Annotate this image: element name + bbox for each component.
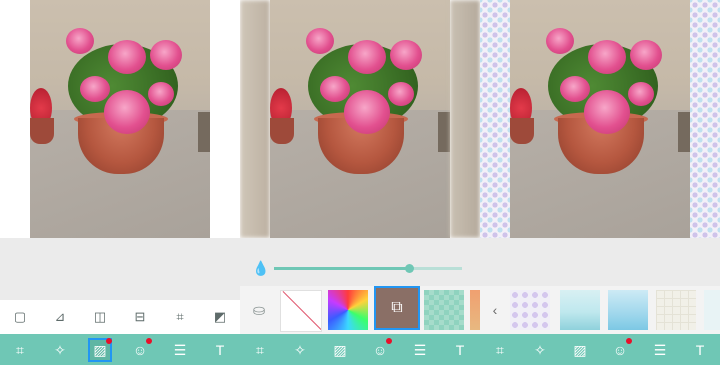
text-icon[interactable]: T (210, 340, 230, 360)
photo-background-swatch[interactable]: ⧉ (374, 286, 420, 330)
crop-panel: ▢ ⊿ ◫ ⊟ ⌗ ◩ ⌗ ✧ ▨ ☺ ☰ T (0, 0, 240, 365)
flower-photo (510, 0, 690, 238)
magic-wand-icon[interactable]: ✧ (530, 340, 550, 360)
canvas-margin (0, 238, 240, 300)
background-icon[interactable]: ▨ (570, 340, 590, 360)
crop-icon[interactable]: ⌗ (250, 340, 270, 360)
notification-dot (106, 337, 112, 344)
blurred-edge (450, 0, 480, 238)
adjust-icon[interactable]: ☰ (410, 340, 430, 360)
background-options: ⛀ ⧉ (240, 286, 480, 334)
magic-wand-icon[interactable]: ✧ (290, 340, 310, 360)
sticker-icon[interactable]: ☺ (370, 337, 392, 360)
grid-pattern-swatch[interactable] (656, 290, 696, 330)
chevron-left-icon[interactable]: ‹ (486, 290, 504, 330)
text-icon[interactable]: T (690, 340, 710, 360)
blur-background-panel: 💧 ⛀ ⧉ ⌗ ✧ ▨ ☺ ☰ T (240, 0, 480, 365)
pixel-pattern-swatch[interactable] (424, 290, 464, 330)
opacity-slider-thumb[interactable] (405, 264, 415, 273)
flower-photo (270, 0, 450, 238)
aspect-icon[interactable]: ◩ (213, 310, 227, 324)
notification-dot (626, 337, 632, 344)
ratio-icon[interactable]: ⊿ (53, 310, 67, 324)
pattern-options: ‹ (480, 286, 720, 334)
opacity-drop-icon: 💧 (252, 260, 270, 276)
cloud-pattern-swatch[interactable] (560, 290, 600, 330)
adjust-icon[interactable]: ☰ (650, 340, 670, 360)
opacity-slider[interactable] (274, 264, 462, 273)
gradient-swatch[interactable] (470, 290, 480, 330)
bottom-toolbar: ⌗ ✧ ▨ ☺ ☰ T (480, 334, 720, 365)
crop-icon[interactable]: ⌗ (173, 310, 187, 324)
pattern-swatch[interactable] (704, 290, 720, 330)
background-icon[interactable]: ▨ (330, 340, 350, 360)
crop-icon[interactable]: ⌗ (10, 340, 30, 360)
notification-dot (146, 337, 152, 344)
magic-wand-icon[interactable]: ✧ (50, 340, 70, 360)
opacity-slider-fill (274, 267, 410, 270)
bottom-toolbar: ⌗ ✧ ▨ ☺ ☰ T (0, 334, 240, 365)
sky-pattern-swatch[interactable] (608, 290, 648, 330)
bottom-toolbar: ⌗ ✧ ▨ ☺ ☰ T (240, 334, 480, 365)
text-icon[interactable]: T (450, 340, 470, 360)
crop-icon[interactable]: ⌗ (490, 340, 510, 360)
adjust-icon[interactable]: ☰ (170, 340, 190, 360)
no-background-swatch[interactable] (280, 290, 322, 332)
flip-vertical-icon[interactable]: ⊟ (133, 310, 147, 324)
pattern-background-panel: ‹ ⌗ ✧ ▨ ☺ ☰ T (480, 0, 720, 365)
square-icon[interactable]: ▢ (13, 310, 27, 324)
opacity-slider-row: 💧 (240, 250, 480, 286)
pattern-edge (690, 0, 720, 238)
dots-pattern-swatch[interactable] (510, 290, 550, 330)
color-picker-swatch[interactable] (328, 290, 368, 330)
background-icon[interactable]: ▨ (88, 337, 112, 362)
sticker-icon[interactable]: ☺ (610, 337, 632, 360)
add-photo-icon: ⧉ (391, 299, 403, 316)
pattern-edge (480, 0, 510, 238)
store-icon[interactable]: ⛀ (244, 290, 274, 330)
notification-dot (386, 337, 392, 344)
blurred-edge (240, 0, 270, 238)
flip-horizontal-icon[interactable]: ◫ (93, 310, 107, 324)
flower-photo (30, 0, 210, 238)
crop-tool-row: ▢ ⊿ ◫ ⊟ ⌗ ◩ (0, 300, 240, 334)
sticker-icon[interactable]: ☺ (130, 337, 152, 360)
